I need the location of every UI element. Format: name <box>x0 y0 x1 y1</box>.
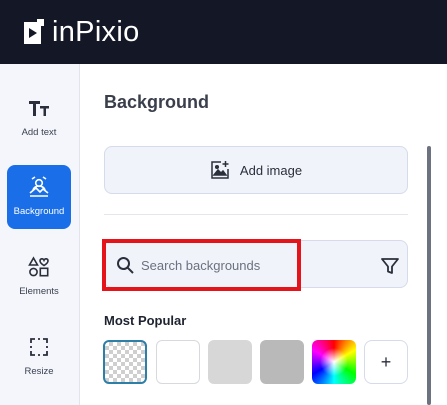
add-image-label: Add image <box>239 162 303 178</box>
sidebar-item-elements[interactable]: Elements <box>7 245 71 309</box>
app-logo[interactable]: inPixio <box>22 16 140 48</box>
search-icon <box>116 256 135 275</box>
sidebar-item-label: Resize <box>24 366 54 377</box>
background-icon <box>27 175 51 199</box>
swatch-light-gray[interactable] <box>208 340 252 384</box>
app-title: inPixio <box>52 16 140 48</box>
swatch-transparent[interactable] <box>103 340 147 384</box>
panel-title: Background <box>104 92 210 112</box>
panel-scrollbar[interactable] <box>427 146 431 405</box>
text-icon <box>27 96 51 120</box>
swatch-white[interactable] <box>156 340 200 384</box>
tool-sidebar: Add text Background Elements Resize <box>0 64 80 405</box>
sidebar-item-resize[interactable]: Resize <box>7 325 71 389</box>
add-image-button[interactable]: Add image <box>104 146 408 194</box>
elements-icon <box>27 255 51 279</box>
section-title: Most Popular <box>104 313 187 328</box>
sidebar-item-label: Background <box>13 206 65 217</box>
sidebar-item-label: Elements <box>19 286 59 297</box>
sidebar-item-background[interactable]: Background <box>7 165 71 229</box>
inpixio-logo-icon <box>22 18 46 46</box>
filter-icon[interactable] <box>380 256 400 276</box>
sidebar-item-label: Add text <box>21 127 57 138</box>
sidebar-item-add-text[interactable]: Add text <box>7 86 71 150</box>
search-bar <box>104 240 408 288</box>
search-input[interactable] <box>141 255 301 275</box>
add-color-button[interactable]: + <box>364 340 408 384</box>
swatch-gray[interactable] <box>260 340 304 384</box>
color-picker-swatch[interactable] <box>312 340 356 384</box>
image-add-icon <box>210 160 230 180</box>
background-panel: Background Add image Most Popula <box>81 64 447 405</box>
resize-icon <box>27 335 51 359</box>
top-bar: inPixio <box>0 0 447 64</box>
divider <box>104 214 408 215</box>
